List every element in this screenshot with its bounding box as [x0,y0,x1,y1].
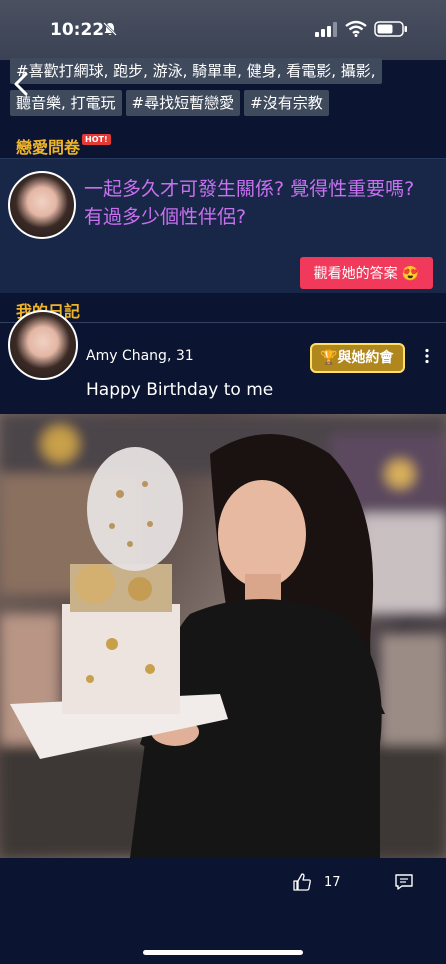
back-chevron-icon[interactable] [12,72,30,96]
post-author[interactable]: Amy Chang, 31 [86,348,194,364]
questionnaire-title: 戀愛問卷 HOT! [16,134,111,158]
home-indicator[interactable] [143,950,303,955]
questionnaire-title-text: 戀愛問卷 [16,138,81,157]
hot-badge: HOT! [82,134,111,145]
status-time: 10:22 [50,20,105,40]
bell-muted-icon [103,22,117,36]
post-photo[interactable] [0,414,446,858]
tag-looking-for: #尋找短暫戀愛 [125,90,241,116]
comment-icon[interactable] [394,873,414,891]
view-answer-button[interactable]: 觀看她的答案 😍 [299,257,433,289]
avatar[interactable] [8,171,76,239]
date-her-button[interactable]: 🏆與她約會 [310,343,406,373]
like-count: 17 [324,875,341,890]
questionnaire-card: 一起多久才可發生關係? 覺得性重要嗎? 有過多少個性伴侶? 觀看她的答案 😍 [0,158,446,293]
wifi-icon [345,20,367,37]
status-bar: 10:22 [0,0,446,60]
tag-religion: #沒有宗教 [244,90,329,116]
date-button-label: 與她約會 [337,350,394,366]
question-text: 一起多久才可發生關係? 覺得性重要嗎? 有過多少個性伴侶? [84,178,415,228]
post-text: Happy Birthday to me [86,380,274,400]
profile-tags: #喜歡打網球, 跑步, 游泳, 騎單車, 健身, 看電影, 攝影,聽音樂, 打電… [10,58,440,122]
more-options-icon[interactable] [424,348,430,364]
trophy-icon: 🏆 [320,350,338,366]
thumbs-up-icon[interactable] [292,872,312,892]
signal-icon [315,22,337,37]
birthday-cake-photo [0,414,446,858]
post-actions-bar [0,858,446,964]
tag-hobbies: #喜歡打網球, 跑步, 游泳, 騎單車, 健身, 看電影, 攝影, [10,58,382,84]
battery-icon [374,21,407,37]
post-avatar[interactable] [8,310,78,380]
